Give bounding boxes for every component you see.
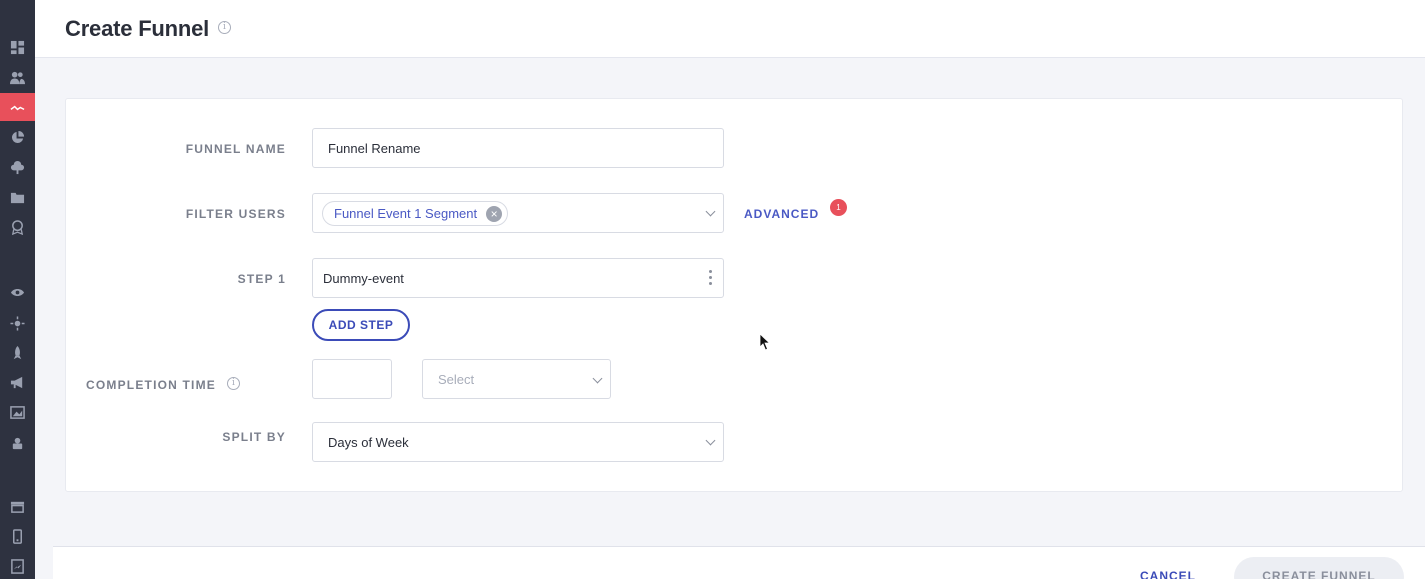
funnel-name-input[interactable]: Funnel Rename [312,128,724,168]
sidebar-item-analytics[interactable] [0,123,35,151]
completion-time-unit-select[interactable]: Select [422,359,611,399]
sidebar-item-users[interactable] [0,63,35,91]
badge-icon [11,219,24,235]
info-icon[interactable]: i [218,21,231,34]
chevron-down-icon [705,435,716,446]
sidebar-item-launch[interactable] [0,338,35,366]
split-by-value: Days of Week [328,435,409,450]
dashboard-icon [10,40,25,54]
filter-users-select[interactable]: Funnel Event 1 Segment × [312,193,724,233]
step-1-value: Dummy-event [323,271,404,286]
eye-icon [10,288,25,296]
sidebar-item-views[interactable] [0,278,35,306]
sidebar-item-upload[interactable] [0,153,35,181]
sidebar-item-media[interactable] [0,398,35,426]
sidebar-item-reports[interactable] [0,552,35,579]
completion-time-input[interactable] [312,359,392,399]
chevron-down-icon [592,373,603,384]
sidebar-item-integrations[interactable] [0,428,35,456]
add-step-button[interactable]: ADD STEP [312,309,410,341]
step-1-label: STEP 1 [237,272,286,286]
settings-sun-icon [10,315,25,331]
funnel-name-label: FUNNEL NAME [185,142,286,156]
rocket-icon [13,345,22,359]
pie-chart-icon [11,130,25,143]
sidebar-item-badges[interactable] [0,213,35,241]
chevron-down-icon [705,206,716,217]
sidebar-item-devices[interactable] [0,522,35,550]
users-icon [10,71,25,84]
mobile-icon [13,528,22,544]
form-footer [53,546,1425,579]
cloud-upload-icon [10,160,25,174]
megaphone-icon [10,376,23,388]
sidebar [0,0,35,579]
completion-time-info-icon[interactable]: i [227,377,240,390]
sidebar-item-settings[interactable] [0,309,35,337]
plugin-icon [12,437,23,449]
segment-chip-label: Funnel Event 1 Segment [334,206,478,221]
funnel-trend-icon [10,105,25,110]
sidebar-item-campaigns[interactable] [0,368,35,396]
mouse-cursor-icon [759,333,771,351]
step-1-input[interactable]: Dummy-event [312,258,724,298]
report-icon [11,558,24,574]
image-icon [10,405,25,419]
page-header: Create Funnel i [35,0,1425,58]
chip-remove-icon[interactable]: × [486,206,503,222]
cancel-button[interactable]: CANCEL [1140,569,1196,579]
more-options-icon[interactable] [709,270,712,285]
segment-chip: Funnel Event 1 Segment × [322,201,509,226]
sidebar-item-funnels[interactable] [0,93,35,121]
unit-select-placeholder: Select [438,372,475,387]
filter-users-label: FILTER USERS [185,207,286,221]
sidebar-item-archive[interactable] [0,492,35,520]
completion-time-label: COMPLETION TIME [86,378,216,392]
advanced-link[interactable]: ADVANCED [744,207,819,221]
split-by-label: SPLIT BY [222,430,286,444]
page-title: Create Funnel [65,16,210,41]
create-funnel-button[interactable]: CREATE FUNNEL [1234,557,1404,579]
split-by-select[interactable]: Days of Week [312,422,724,462]
sidebar-item-dashboard[interactable] [0,33,35,61]
folder-icon [10,192,25,203]
funnel-name-value: Funnel Rename [328,141,421,156]
sidebar-item-files[interactable] [0,183,35,211]
advanced-count-badge: 1 [830,199,847,216]
archive-icon [10,501,25,513]
